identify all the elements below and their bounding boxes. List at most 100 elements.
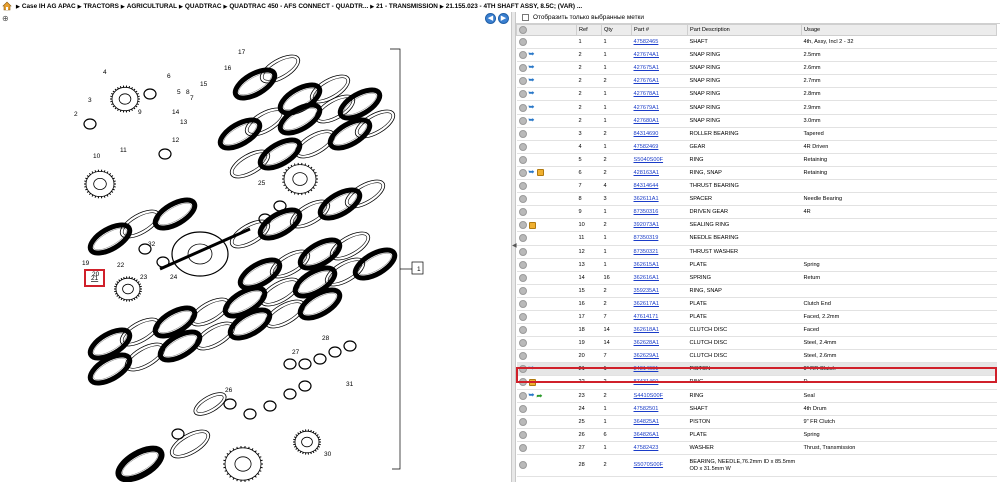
table-row[interactable]: ➥ 6 2 428163A1 RING, SNAP Retaining (516, 166, 997, 181)
ref-label-5[interactable]: 5 (177, 89, 181, 96)
add-to-cart-icon[interactable] (518, 116, 527, 125)
ref-label-16[interactable]: 16 (224, 65, 232, 72)
ref-label-12[interactable]: 12 (172, 137, 180, 144)
part-number-link[interactable]: 362617A1 (634, 301, 660, 307)
part-number-link[interactable]: 428163A1 (634, 170, 660, 176)
home-icon[interactable] (2, 1, 12, 11)
replacement-icon[interactable]: ➥ (529, 365, 535, 373)
add-to-cart-icon[interactable] (518, 326, 527, 335)
ref-label-1[interactable]: 1 (417, 266, 421, 273)
table-row[interactable]: 19 14 362628A1 CLUTCH DISC Steel, 2.4mm (516, 336, 997, 351)
row-part-number[interactable]: S4410S00F (631, 389, 688, 403)
row-part-number[interactable]: 427675A1 (631, 61, 688, 76)
add-to-cart-icon[interactable] (518, 155, 527, 164)
row-part-number[interactable]: 362618A1 (631, 323, 688, 338)
row-part-number[interactable]: 427674A1 (631, 48, 688, 63)
replacement-icon[interactable]: ➥ (529, 51, 535, 59)
breadcrumb-item[interactable]: TRACTORS (83, 3, 118, 10)
ref-label-2[interactable]: 2 (74, 111, 78, 118)
table-row[interactable]: ➥ ➦ 23 2 S4410S00F RING Seal (516, 389, 997, 403)
replacement-icon[interactable]: ➥ (529, 117, 535, 125)
table-row[interactable]: 3 2 84314690 ROLLER BEARING Tapered (516, 127, 997, 141)
add-to-cart-icon[interactable] (518, 182, 527, 191)
table-row[interactable]: 26 6 364826A1 PLATE Spring (516, 428, 997, 442)
table-row[interactable]: 28 2 S5070S00F BEARING, NEEDLE,76.2mm ID x … (516, 454, 997, 477)
ref-label-9[interactable]: 9 (138, 109, 142, 116)
table-row[interactable]: 10 2 392073A1 SEALING RING (516, 218, 997, 233)
add-to-cart-icon[interactable] (518, 51, 527, 60)
row-part-number[interactable]: 47582465 (631, 35, 688, 50)
settings-icon[interactable] (519, 26, 527, 34)
replacement-icon[interactable]: ➥ (529, 392, 535, 400)
add-to-cart-icon[interactable] (518, 77, 527, 86)
table-row[interactable]: 4 1 47582469 GEAR 4R Driven (516, 140, 997, 154)
header-part-number[interactable]: Part # (631, 24, 688, 36)
ref-label-27[interactable]: 27 (292, 349, 300, 356)
table-row[interactable]: 13 1 362615A1 PLATE Spring (516, 258, 997, 272)
ref-label-25[interactable]: 25 (258, 180, 266, 187)
part-number-link[interactable]: 47582423 (634, 445, 659, 451)
add-to-cart-icon[interactable] (518, 417, 527, 426)
row-part-number[interactable]: 428163A1 (631, 166, 688, 181)
table-row[interactable]: 24 1 47582501 SHAFT 4th Drum (516, 402, 997, 416)
kit-box-icon[interactable] (528, 378, 536, 386)
part-number-link[interactable]: 87350319 (634, 235, 659, 241)
header-description[interactable]: Part Description (687, 24, 802, 36)
row-part-number[interactable]: 362615A1 (631, 258, 688, 272)
header-ref[interactable]: Ref (576, 24, 602, 36)
row-part-number[interactable]: 427678A1 (631, 87, 688, 102)
part-number-link[interactable]: 47614171 (634, 314, 659, 320)
ref-label-23[interactable]: 23 (140, 274, 148, 281)
part-number-link[interactable]: 427680A1 (634, 118, 660, 124)
part-number-link[interactable]: 362616A1 (634, 275, 660, 281)
breadcrumb-item[interactable]: 21 - TRANSMISSION (376, 3, 438, 10)
part-number-link[interactable]: 392073A1 (634, 222, 660, 228)
add-to-cart-icon[interactable] (518, 286, 527, 295)
breadcrumb-items[interactable]: ▶ Case IH AG APAC ▶ TRACTORS ▶ AGRICULTURAL ▶ Q… (14, 3, 582, 10)
add-to-cart-icon[interactable] (518, 352, 527, 361)
ref-label-13[interactable]: 13 (180, 119, 188, 126)
ref-label-11[interactable]: 11 (120, 147, 127, 154)
add-to-cart-icon[interactable] (518, 443, 527, 452)
add-to-cart-icon[interactable] (518, 90, 527, 99)
row-part-number[interactable]: 359235A1 (631, 284, 688, 298)
table-row[interactable]: 18 14 362618A1 CLUTCH DISC Faced (516, 323, 997, 338)
table-row[interactable]: 27 1 47582423 WASHER Thrust, Transmission (516, 441, 997, 456)
add-to-cart-icon[interactable] (518, 299, 527, 308)
replacement-icon[interactable]: ➥ (529, 169, 535, 177)
table-row[interactable]: ➥ 2 2 427676A1 SNAP RING 2.7mm (516, 74, 997, 89)
table-row[interactable]: 22 2 87431460 RING D (516, 375, 997, 390)
table-row[interactable]: 12 1 87350321 THRUST WASHER (516, 245, 997, 259)
row-part-number[interactable]: 362611A1 (631, 192, 688, 207)
exploded-diagram[interactable]: 1234567891011121314151617181920212223242… (0, 24, 511, 482)
part-number-link[interactable]: S5040S00F (634, 157, 664, 163)
part-number-link[interactable]: 362618A1 (634, 327, 660, 333)
row-part-number[interactable]: 84314690 (631, 127, 688, 141)
part-number-link[interactable]: 87350321 (634, 249, 659, 255)
table-row[interactable]: ➥ 2 1 427675A1 SNAP RING 2.6mm (516, 61, 997, 76)
breadcrumb-item[interactable]: QUADTRAC 450 - AFS CONNECT - QUADTR... (229, 3, 368, 10)
row-part-number[interactable]: 87431460 (631, 375, 688, 390)
breadcrumb-item[interactable]: AGRICULTURAL (127, 3, 177, 10)
add-to-cart-icon[interactable] (518, 221, 527, 230)
part-number-link[interactable]: 427678A1 (634, 91, 660, 97)
next-diagram-button[interactable]: ▶ (498, 12, 509, 24)
header-qty[interactable]: Qty (601, 24, 632, 36)
add-to-cart-icon[interactable] (518, 38, 527, 47)
replacement-icon[interactable]: ➥ (529, 90, 535, 98)
part-number-link[interactable]: 359235A1 (634, 288, 660, 294)
table-row[interactable]: 11 1 87350319 NEEDLE BEARING (516, 231, 997, 246)
ref-label-24[interactable]: 24 (170, 274, 178, 281)
part-number-link[interactable]: 427675A1 (634, 65, 660, 71)
add-to-cart-icon[interactable] (518, 195, 527, 204)
ref-label-19[interactable]: 19 (82, 260, 90, 267)
table-row[interactable]: 8 3 362611A1 SPACER Needle Bearing (516, 192, 997, 207)
header-usage[interactable]: Usage (801, 24, 997, 36)
part-number-link[interactable]: 84314644 (634, 183, 659, 189)
add-to-cart-icon[interactable] (518, 378, 527, 387)
row-part-number[interactable]: 47582469 (631, 140, 688, 154)
add-to-cart-icon[interactable] (518, 142, 527, 151)
breadcrumb-item[interactable]: 21.155.023 - 4TH SHAFT ASSY, 8.5C; (VAR)… (446, 3, 582, 10)
part-number-link[interactable]: 427676A1 (634, 78, 660, 84)
part-number-link[interactable]: 84314691 (634, 366, 659, 372)
